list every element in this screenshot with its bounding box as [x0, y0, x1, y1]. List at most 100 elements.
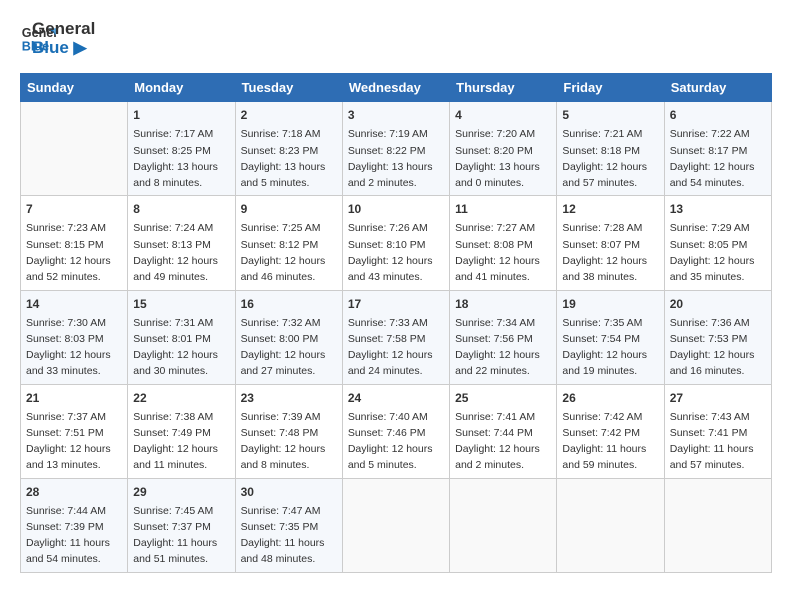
calendar-week-2: 7 Sunrise: 7:23 AM Sunset: 8:15 PM Daylig…: [21, 196, 772, 290]
day-info: Sunrise: 7:21 AM Sunset: 8:18 PM Dayligh…: [562, 126, 658, 191]
day-number: 10: [348, 200, 444, 218]
weekday-header-thursday: Thursday: [450, 74, 557, 102]
day-info: Sunrise: 7:38 AM Sunset: 7:49 PM Dayligh…: [133, 409, 229, 474]
calendar-cell: 13 Sunrise: 7:29 AM Sunset: 8:05 PM Dayli…: [664, 196, 771, 290]
day-info: Sunrise: 7:39 AM Sunset: 7:48 PM Dayligh…: [241, 409, 337, 474]
day-number: 19: [562, 295, 658, 313]
calendar-cell: 28 Sunrise: 7:44 AM Sunset: 7:39 PM Dayli…: [21, 478, 128, 572]
day-info: Sunrise: 7:27 AM Sunset: 8:08 PM Dayligh…: [455, 220, 551, 285]
calendar-cell: 7 Sunrise: 7:23 AM Sunset: 8:15 PM Daylig…: [21, 196, 128, 290]
day-number: 13: [670, 200, 766, 218]
day-info: Sunrise: 7:43 AM Sunset: 7:41 PM Dayligh…: [670, 409, 766, 474]
calendar-cell: 12 Sunrise: 7:28 AM Sunset: 8:07 PM Dayli…: [557, 196, 664, 290]
calendar-cell: 16 Sunrise: 7:32 AM Sunset: 8:00 PM Dayli…: [235, 290, 342, 384]
calendar-cell: 5Sunrise: 7:21 AM Sunset: 8:18 PM Daylig…: [557, 102, 664, 196]
calendar-cell: 19 Sunrise: 7:35 AM Sunset: 7:54 PM Dayli…: [557, 290, 664, 384]
calendar-cell: [557, 478, 664, 572]
day-info: Sunrise: 7:47 AM Sunset: 7:35 PM Dayligh…: [241, 503, 337, 568]
day-number: 1: [133, 106, 229, 124]
day-number: 20: [670, 295, 766, 313]
calendar-cell: [664, 478, 771, 572]
calendar-cell: 6Sunrise: 7:22 AM Sunset: 8:17 PM Daylig…: [664, 102, 771, 196]
day-number: 4: [455, 106, 551, 124]
day-number: 16: [241, 295, 337, 313]
day-info: Sunrise: 7:32 AM Sunset: 8:00 PM Dayligh…: [241, 315, 337, 380]
day-info: Sunrise: 7:30 AM Sunset: 8:03 PM Dayligh…: [26, 315, 122, 380]
calendar-cell: 2 Sunrise: 7:18 AM Sunset: 8:23 PM Daylig…: [235, 102, 342, 196]
day-info: Sunrise: 7:24 AM Sunset: 8:13 PM Dayligh…: [133, 220, 229, 285]
day-info: Sunrise: 7:18 AM Sunset: 8:23 PM Dayligh…: [241, 126, 337, 191]
weekday-header-tuesday: Tuesday: [235, 74, 342, 102]
day-info: Sunrise: 7:19 AM Sunset: 8:22 PM Dayligh…: [348, 126, 444, 191]
calendar-cell: 21Sunrise: 7:37 AM Sunset: 7:51 PM Dayli…: [21, 384, 128, 478]
day-number: 17: [348, 295, 444, 313]
day-info: Sunrise: 7:40 AM Sunset: 7:46 PM Dayligh…: [348, 409, 444, 474]
day-number: 21: [26, 389, 122, 407]
day-info: Sunrise: 7:22 AM Sunset: 8:17 PM Dayligh…: [670, 126, 766, 191]
day-number: 2: [241, 106, 337, 124]
day-info: Sunrise: 7:45 AM Sunset: 7:37 PM Dayligh…: [133, 503, 229, 568]
calendar-body: 1 Sunrise: 7:17 AM Sunset: 8:25 PM Daylig…: [21, 102, 772, 572]
day-number: 3: [348, 106, 444, 124]
day-number: 22: [133, 389, 229, 407]
calendar-cell: 17Sunrise: 7:33 AM Sunset: 7:58 PM Dayli…: [342, 290, 449, 384]
day-info: Sunrise: 7:26 AM Sunset: 8:10 PM Dayligh…: [348, 220, 444, 285]
day-number: 12: [562, 200, 658, 218]
calendar-cell: 30 Sunrise: 7:47 AM Sunset: 7:35 PM Dayli…: [235, 478, 342, 572]
weekday-row: SundayMondayTuesdayWednesdayThursdayFrid…: [21, 74, 772, 102]
day-info: Sunrise: 7:44 AM Sunset: 7:39 PM Dayligh…: [26, 503, 122, 568]
calendar-cell: 4 Sunrise: 7:20 AM Sunset: 8:20 PM Daylig…: [450, 102, 557, 196]
calendar-cell: [342, 478, 449, 572]
day-number: 14: [26, 295, 122, 313]
day-info: Sunrise: 7:35 AM Sunset: 7:54 PM Dayligh…: [562, 315, 658, 380]
day-number: 15: [133, 295, 229, 313]
calendar-cell: 18Sunrise: 7:34 AM Sunset: 7:56 PM Dayli…: [450, 290, 557, 384]
calendar-cell: 15Sunrise: 7:31 AM Sunset: 8:01 PM Dayli…: [128, 290, 235, 384]
calendar-cell: 20 Sunrise: 7:36 AM Sunset: 7:53 PM Dayli…: [664, 290, 771, 384]
day-number: 25: [455, 389, 551, 407]
calendar-header: SundayMondayTuesdayWednesdayThursdayFrid…: [21, 74, 772, 102]
calendar-week-3: 14 Sunrise: 7:30 AM Sunset: 8:03 PM Dayli…: [21, 290, 772, 384]
calendar-cell: 14 Sunrise: 7:30 AM Sunset: 8:03 PM Dayli…: [21, 290, 128, 384]
page-header: General Blue General Blue ▶: [20, 20, 772, 57]
calendar-cell: 26 Sunrise: 7:42 AM Sunset: 7:42 PM Dayli…: [557, 384, 664, 478]
day-info: Sunrise: 7:23 AM Sunset: 8:15 PM Dayligh…: [26, 220, 122, 285]
day-number: 29: [133, 483, 229, 501]
calendar-week-1: 1 Sunrise: 7:17 AM Sunset: 8:25 PM Daylig…: [21, 102, 772, 196]
day-info: Sunrise: 7:42 AM Sunset: 7:42 PM Dayligh…: [562, 409, 658, 474]
calendar-cell: 11 Sunrise: 7:27 AM Sunset: 8:08 PM Dayli…: [450, 196, 557, 290]
day-number: 23: [241, 389, 337, 407]
logo-general: General: [32, 20, 95, 39]
day-number: 24: [348, 389, 444, 407]
calendar-week-5: 28 Sunrise: 7:44 AM Sunset: 7:39 PM Dayli…: [21, 478, 772, 572]
day-number: 11: [455, 200, 551, 218]
day-info: Sunrise: 7:29 AM Sunset: 8:05 PM Dayligh…: [670, 220, 766, 285]
weekday-header-monday: Monday: [128, 74, 235, 102]
weekday-header-sunday: Sunday: [21, 74, 128, 102]
day-info: Sunrise: 7:17 AM Sunset: 8:25 PM Dayligh…: [133, 126, 229, 191]
calendar-cell: 9 Sunrise: 7:25 AM Sunset: 8:12 PM Daylig…: [235, 196, 342, 290]
day-number: 7: [26, 200, 122, 218]
calendar-cell: 27 Sunrise: 7:43 AM Sunset: 7:41 PM Dayli…: [664, 384, 771, 478]
calendar-table: SundayMondayTuesdayWednesdayThursdayFrid…: [20, 73, 772, 572]
day-info: Sunrise: 7:20 AM Sunset: 8:20 PM Dayligh…: [455, 126, 551, 191]
day-number: 27: [670, 389, 766, 407]
calendar-cell: 1 Sunrise: 7:17 AM Sunset: 8:25 PM Daylig…: [128, 102, 235, 196]
day-number: 30: [241, 483, 337, 501]
calendar-cell: 8 Sunrise: 7:24 AM Sunset: 8:13 PM Daylig…: [128, 196, 235, 290]
calendar-cell: 22 Sunrise: 7:38 AM Sunset: 7:49 PM Dayli…: [128, 384, 235, 478]
calendar-cell: 25Sunrise: 7:41 AM Sunset: 7:44 PM Dayli…: [450, 384, 557, 478]
day-number: 9: [241, 200, 337, 218]
weekday-header-friday: Friday: [557, 74, 664, 102]
logo-blue: Blue ▶: [32, 39, 95, 58]
day-number: 8: [133, 200, 229, 218]
day-number: 28: [26, 483, 122, 501]
calendar-cell: 3 Sunrise: 7:19 AM Sunset: 8:22 PM Daylig…: [342, 102, 449, 196]
day-info: Sunrise: 7:36 AM Sunset: 7:53 PM Dayligh…: [670, 315, 766, 380]
day-info: Sunrise: 7:25 AM Sunset: 8:12 PM Dayligh…: [241, 220, 337, 285]
logo: General Blue General Blue ▶: [20, 20, 95, 57]
calendar-cell: [21, 102, 128, 196]
day-info: Sunrise: 7:28 AM Sunset: 8:07 PM Dayligh…: [562, 220, 658, 285]
day-number: 26: [562, 389, 658, 407]
calendar-cell: 29 Sunrise: 7:45 AM Sunset: 7:37 PM Dayli…: [128, 478, 235, 572]
